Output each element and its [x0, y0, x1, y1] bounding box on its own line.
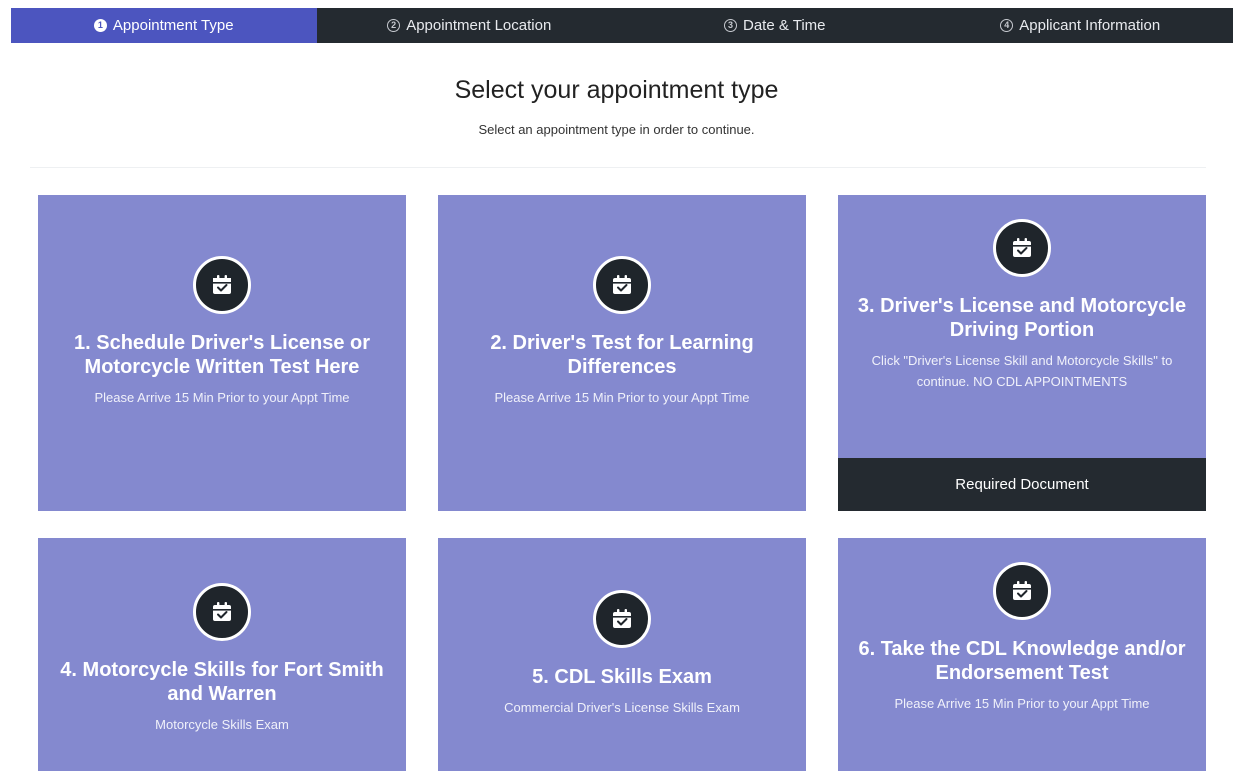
calendar-check-icon: [993, 219, 1051, 277]
step-appointment-location[interactable]: 2 Appointment Location: [317, 8, 623, 43]
card-description: Commercial Driver's License Skills Exam: [504, 700, 740, 715]
card-description: Motorcycle Skills Exam: [155, 717, 289, 732]
calendar-check-icon: [993, 562, 1051, 620]
appointment-type-card-2[interactable]: 2. Driver's Test for Learning Difference…: [438, 195, 806, 511]
required-document-button[interactable]: Required Document: [838, 458, 1206, 511]
divider: [30, 167, 1206, 168]
calendar-check-icon: [193, 256, 251, 314]
calendar-check-icon: [593, 256, 651, 314]
step-appointment-type[interactable]: 1 Appointment Type: [11, 8, 317, 43]
calendar-check-icon: [193, 583, 251, 641]
step-applicant-information[interactable]: 4 Applicant Information: [928, 8, 1233, 43]
step-number-icon: 4: [1000, 19, 1014, 32]
appointment-type-card-5[interactable]: 5. CDL Skills Exam Commercial Driver's L…: [438, 538, 806, 771]
appointment-type-card-3[interactable]: 3. Driver's License and Motorcycle Drivi…: [838, 195, 1206, 511]
step-label: Appointment Location: [406, 17, 552, 34]
appointment-type-card-6[interactable]: 6. Take the CDL Knowledge and/or Endorse…: [838, 538, 1206, 771]
page-subtitle: Select an appointment type in order to c…: [478, 122, 755, 137]
card-description: Please Arrive 15 Min Prior to your Appt …: [894, 696, 1150, 711]
calendar-check-icon: [593, 590, 651, 648]
step-label: Appointment Type: [112, 17, 234, 34]
step-number-icon: 1: [93, 19, 107, 32]
card-description: Please Arrive 15 Min Prior to your Appt …: [494, 390, 750, 405]
page-title: Select your appointment type: [454, 76, 779, 104]
card-description: Please Arrive 15 Min Prior to your Appt …: [94, 390, 350, 405]
step-number-icon: 2: [387, 19, 401, 32]
step-date-time[interactable]: 3 Date & Time: [622, 8, 928, 43]
card-title: 5. CDL Skills Exam: [532, 666, 712, 688]
step-number-icon: 3: [723, 19, 737, 32]
card-title: 2. Driver's Test for Learning Difference…: [490, 332, 754, 378]
progress-stepper: 1 Appointment Type 2 Appointment Locatio…: [11, 8, 1233, 43]
appointment-type-card-1[interactable]: 1. Schedule Driver's License or Motorcyc…: [38, 195, 406, 511]
step-label: Date & Time: [742, 17, 826, 34]
appointment-type-card-4[interactable]: 4. Motorcycle Skills for Fort Smith and …: [38, 538, 406, 771]
card-title: 4. Motorcycle Skills for Fort Smith and …: [60, 659, 384, 705]
card-title: 1. Schedule Driver's License or Motorcyc…: [74, 332, 370, 378]
card-description: Click "Driver's License Skill and Motorc…: [871, 353, 1173, 389]
card-title: 3. Driver's License and Motorcycle Drivi…: [857, 295, 1187, 341]
card-title: 6. Take the CDL Knowledge and/or Endorse…: [858, 638, 1186, 684]
step-label: Applicant Information: [1019, 17, 1161, 34]
